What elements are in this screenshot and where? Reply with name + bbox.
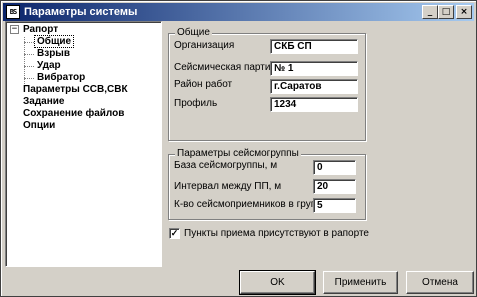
- tree-connector: [24, 78, 34, 79]
- count-field[interactable]: 5: [313, 198, 356, 213]
- base-field[interactable]: 0: [313, 160, 356, 175]
- receiver-points-checkbox[interactable]: ✓: [169, 228, 180, 239]
- collapse-icon[interactable]: −: [10, 25, 19, 34]
- organization-field[interactable]: СКБ СП: [270, 39, 358, 54]
- tree-item-explosion[interactable]: Взрыв: [37, 48, 70, 60]
- close-button[interactable]: ×: [456, 5, 472, 19]
- window-title: Параметры системы: [24, 6, 138, 18]
- maximize-button[interactable]: □: [438, 5, 454, 19]
- tree-connector: [24, 42, 34, 43]
- area-field[interactable]: г.Саратов: [270, 79, 358, 94]
- ok-button[interactable]: OK: [239, 270, 316, 295]
- organization-label: Организация: [174, 40, 235, 51]
- tree-item-vibrator[interactable]: Вибратор: [37, 72, 85, 84]
- area-label: Район работ: [174, 79, 233, 90]
- tree-item-general[interactable]: Общие: [34, 35, 75, 48]
- tree-item-task[interactable]: Задание: [23, 96, 64, 108]
- party-label: Сейсмическая партия: [174, 62, 276, 73]
- group-title: Параметры сейсмогруппы: [175, 148, 301, 160]
- group-title: Общие: [175, 27, 212, 39]
- title-bar[interactable]: BS Параметры системы _ □ ×: [3, 3, 474, 21]
- profile-field[interactable]: 1234: [270, 97, 358, 112]
- cancel-button[interactable]: Отмена: [406, 271, 474, 294]
- tree-item-impact[interactable]: Удар: [37, 60, 61, 72]
- apply-button[interactable]: Применить: [323, 271, 398, 294]
- tree-item-label: Общие: [34, 35, 75, 48]
- profile-label: Профиль: [174, 98, 218, 109]
- minimize-button[interactable]: _: [422, 5, 438, 19]
- receiver-points-label[interactable]: Пункты приема присутствуют в рапорте: [184, 228, 369, 240]
- dialog-window: BS Параметры системы _ □ × − Рапорт Общи…: [0, 0, 477, 297]
- tree-connector: [24, 54, 34, 55]
- tree-connector: [24, 66, 34, 67]
- tree-item-options[interactable]: Опции: [23, 120, 55, 132]
- count-label: К-во сейсмоприемников в группе: [174, 199, 328, 210]
- interval-field[interactable]: 20: [313, 179, 356, 194]
- tree-item-ssv-params[interactable]: Параметры ССВ,СВК: [23, 84, 128, 96]
- interval-label: Интервал между ПП, м: [174, 181, 282, 192]
- party-field[interactable]: № 1: [270, 61, 358, 76]
- tree-item-save-files[interactable]: Сохранение файлов: [23, 108, 124, 120]
- settings-tree[interactable]: − Рапорт Общие Взрыв Удар Вибратор Парам…: [5, 21, 162, 267]
- app-icon: BS: [6, 5, 20, 19]
- base-label: База сейсмогруппы, м: [174, 160, 278, 171]
